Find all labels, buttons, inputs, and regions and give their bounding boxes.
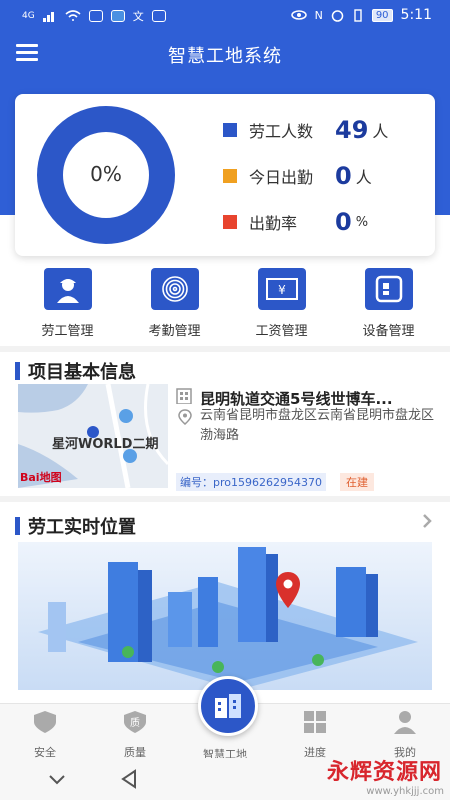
- watermark: 永辉资源网: [327, 754, 442, 786]
- building-icon: [176, 388, 192, 404]
- project-section-header: 项目基本信息: [15, 358, 136, 384]
- menu-item-salary[interactable]: ¥ 工资管理: [230, 268, 333, 343]
- attendance-ring-chart: 0%: [31, 104, 181, 246]
- legend-square: [223, 215, 237, 229]
- project-address: 云南省昆明市盘龙区云南省昆明市盘龙区渤海路: [200, 408, 435, 443]
- worker-location-map[interactable]: [18, 542, 432, 690]
- wifi-icon: [65, 10, 81, 21]
- stats-card: 0% 劳工人数 49 人 今日出勤 0 人 出勤率 0 %: [15, 94, 435, 256]
- menu-item-label: 工资管理: [255, 324, 308, 339]
- legend-square: [223, 169, 237, 183]
- stat-label: 劳工人数: [249, 122, 314, 141]
- salary-icon: ¥: [257, 268, 306, 310]
- stat-unit: %: [355, 214, 369, 230]
- map-place-label: 星河WORLD二期: [52, 437, 159, 452]
- stat-value: 0: [335, 208, 352, 236]
- menu-item-attendance[interactable]: 考勤管理: [123, 268, 226, 343]
- menu-item-label: 劳工管理: [41, 324, 94, 339]
- hand-icon: [151, 10, 166, 22]
- menu-item-label: 考勤管理: [148, 324, 201, 339]
- back-icon[interactable]: [118, 768, 140, 790]
- fingerprint-icon: [150, 268, 199, 310]
- app-title: 智慧工地系统: [168, 46, 282, 67]
- function-grid: 劳工管理 考勤管理 ¥ 工资管理 设备管理: [0, 268, 450, 343]
- battery-indicator: 90: [371, 8, 393, 22]
- shield-icon: [34, 711, 56, 733]
- section-title: 劳工实时位置: [28, 517, 136, 538]
- status-bar: 4G 文 N 90 5:11: [0, 0, 450, 32]
- watermark-text: 永辉资源网: [326, 760, 442, 785]
- vibrate-icon: [354, 8, 362, 22]
- app-bar: 智慧工地系统: [0, 36, 450, 76]
- stat-unit: 人: [372, 122, 389, 141]
- menu-item-labor[interactable]: 劳工管理: [16, 268, 119, 343]
- section-divider: [0, 496, 450, 502]
- status-badge: 在建: [340, 473, 374, 491]
- stat-value: 0: [335, 162, 352, 190]
- map-brand: Bai地图: [20, 471, 62, 484]
- stat-row-workers: 劳工人数 49 人: [223, 116, 388, 144]
- smart-site-button[interactable]: [198, 676, 258, 736]
- tab-mine[interactable]: 我的: [360, 704, 450, 759]
- menu-item-device[interactable]: 设备管理: [337, 268, 440, 343]
- project-card[interactable]: 星河WORLD二期 Bai地图 昆明轨道交通5号线世博车... 云南省昆明市盘龙…: [18, 384, 438, 491]
- notification-icon: 文: [132, 10, 144, 23]
- eye-icon: [290, 10, 307, 20]
- chevron-right-icon[interactable]: [420, 514, 434, 528]
- stat-value: 49: [335, 116, 369, 144]
- signal-bars-icon: [42, 12, 54, 22]
- legend-square: [223, 123, 237, 137]
- user-icon: [394, 711, 416, 734]
- menu-item-label: 设备管理: [362, 324, 415, 339]
- tab-quality[interactable]: 质 质量: [90, 704, 180, 759]
- chevron-down-icon[interactable]: [46, 768, 68, 790]
- ring-percent-label: 0%: [90, 162, 122, 186]
- stat-row-attendance: 今日出勤 0 人: [223, 162, 372, 190]
- worker-icon: [43, 268, 92, 310]
- section-title: 项目基本信息: [28, 362, 136, 383]
- section-divider: [0, 346, 450, 352]
- quality-badge-icon: 质: [124, 711, 146, 733]
- tab-safety[interactable]: 安全: [0, 704, 90, 759]
- svg-text:¥: ¥: [278, 283, 286, 297]
- stat-label: 今日出勤: [249, 168, 314, 187]
- signal-indicator: 4G: [22, 11, 35, 21]
- watermark-url: www.yhkjjj.com: [366, 786, 444, 797]
- nfc-icon: N: [314, 8, 323, 22]
- stat-unit: 人: [355, 168, 372, 187]
- progress-grid-icon: [304, 711, 326, 733]
- tab-progress[interactable]: 进度: [270, 704, 360, 759]
- location-section-header[interactable]: 劳工实时位置: [15, 513, 136, 539]
- smart-site-icon: [215, 694, 241, 718]
- stat-row-rate: 出勤率 0 %: [223, 208, 368, 236]
- app-icon: [110, 10, 125, 22]
- message-icon: [88, 10, 103, 22]
- clock: 5:11: [400, 7, 432, 23]
- alarm-icon: [331, 9, 344, 22]
- stat-label: 出勤率: [249, 214, 298, 233]
- svg-text:质: 质: [130, 717, 140, 729]
- map-thumbnail[interactable]: 星河WORLD二期 Bai地图: [18, 384, 168, 488]
- project-code: 编号：pro1596262954370: [176, 473, 326, 491]
- device-icon: [364, 268, 413, 310]
